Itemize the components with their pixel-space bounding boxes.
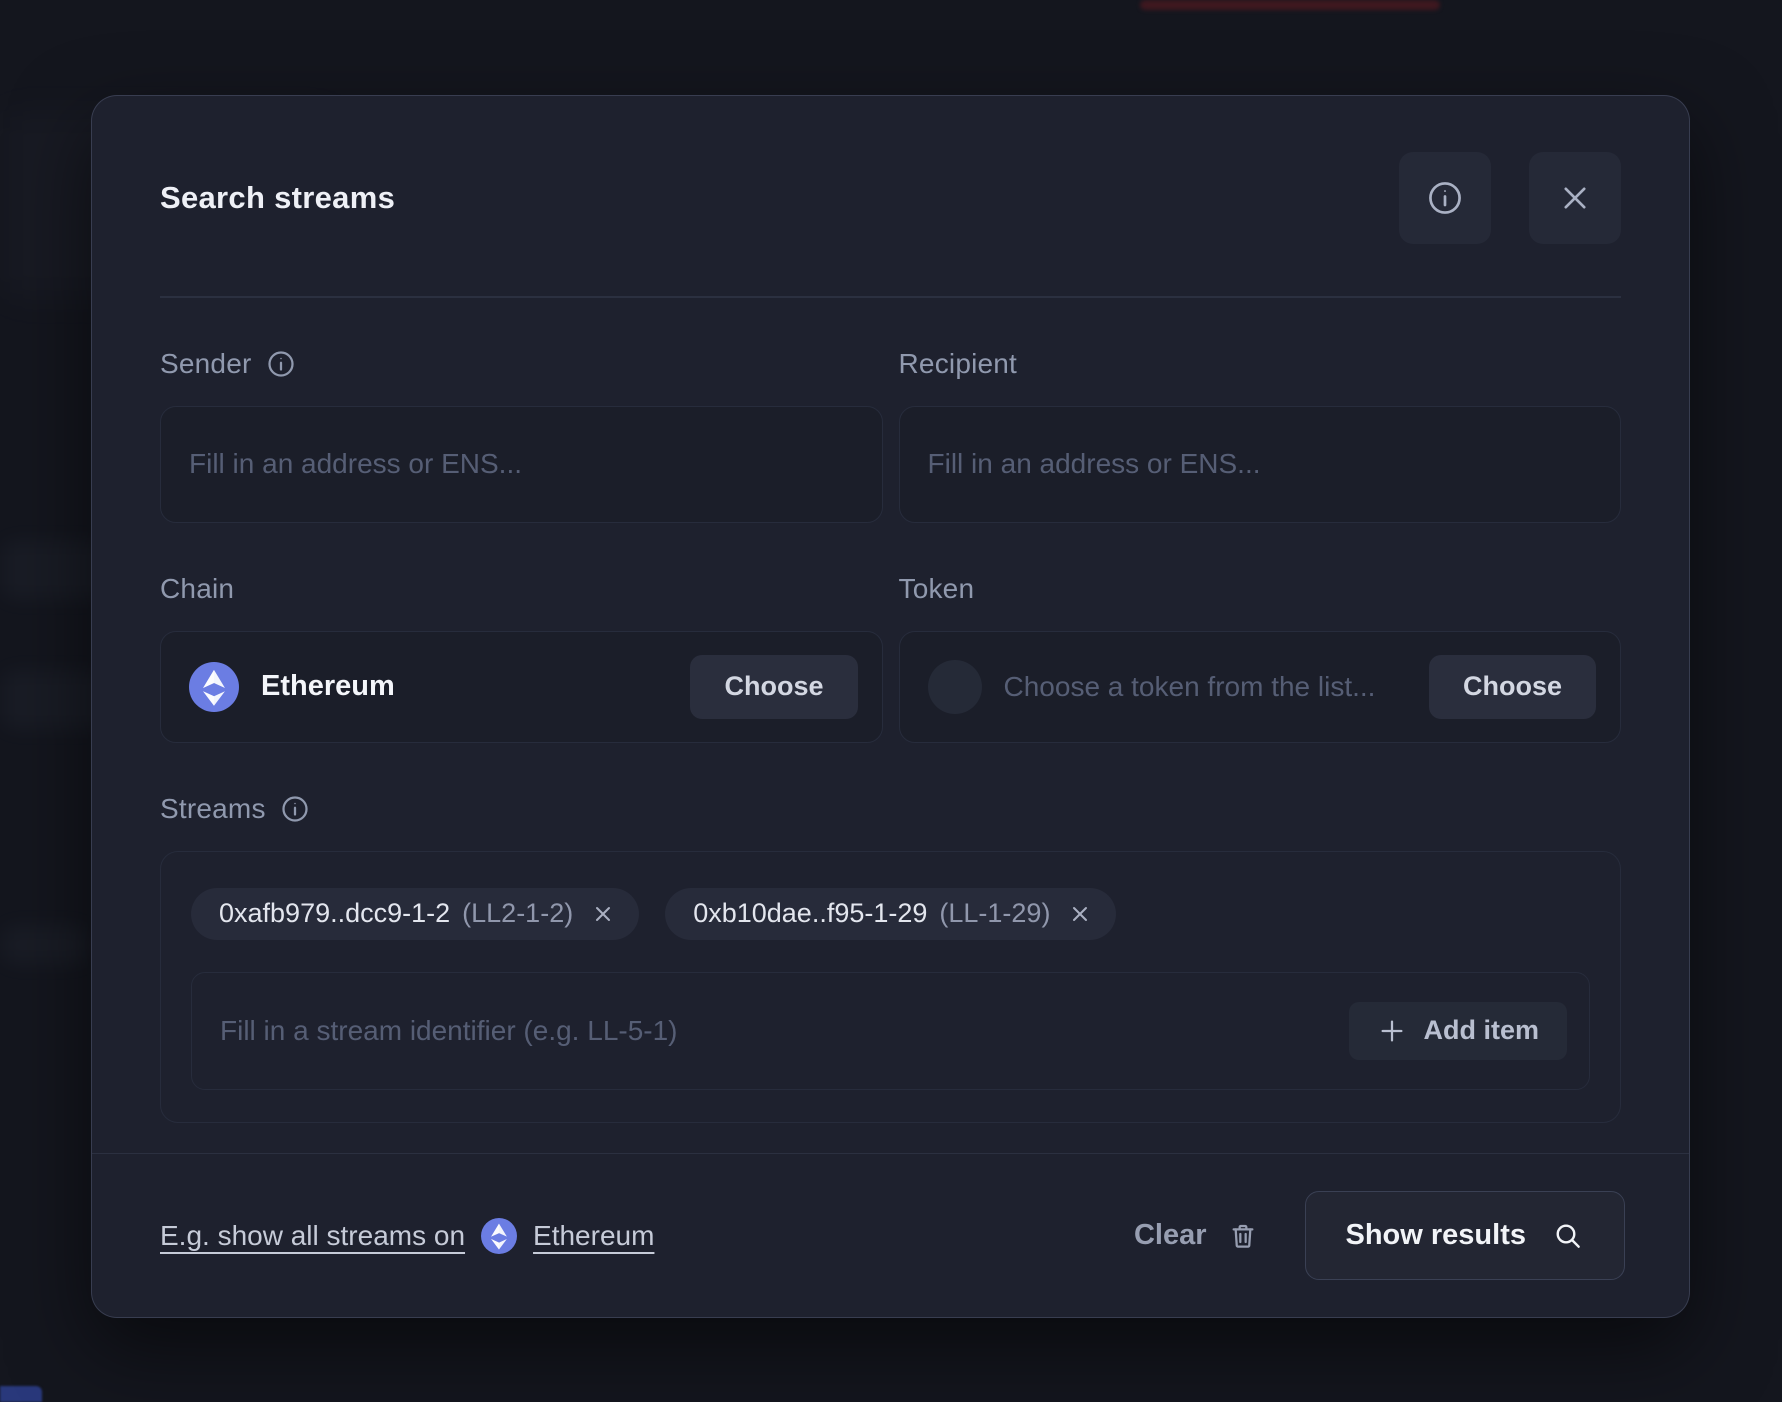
chain-label-row: Chain xyxy=(160,573,883,605)
chain-value: Ethereum xyxy=(189,662,690,712)
token-label-row: Token xyxy=(899,573,1622,605)
show-results-label: Show results xyxy=(1346,1219,1527,1252)
modal-body: Sender Recipient xyxy=(92,298,1689,1123)
stream-chip: 0xafb979..dcc9-1-2 (LL2-1-2) xyxy=(191,888,639,940)
add-item-button[interactable]: Add item xyxy=(1349,1002,1567,1060)
ethereum-logo-icon xyxy=(189,662,239,712)
modal-header: Search streams xyxy=(92,96,1689,244)
modal-title: Search streams xyxy=(160,180,395,216)
token-placeholder-circle-icon xyxy=(928,660,982,714)
token-value: Choose a token from the list... xyxy=(928,660,1429,714)
stream-chip-alias: (LL2-1-2) xyxy=(462,898,573,929)
stream-identifier-input[interactable] xyxy=(220,973,1349,1089)
token-label: Token xyxy=(899,573,975,605)
search-icon xyxy=(1552,1220,1584,1252)
streams-section: Streams 0xafb979..dcc9-1-2 (LL2-1-2) xyxy=(160,793,1621,1123)
backdrop-red-bar-artifact xyxy=(1140,0,1440,10)
token-field-group: Token Choose a token from the list... Ch… xyxy=(899,573,1622,743)
chain-field-group: Chain Ethereum xyxy=(160,573,883,743)
backdrop-blur-artifact xyxy=(0,925,90,965)
token-select: Choose a token from the list... Choose xyxy=(899,631,1622,743)
streams-label: Streams xyxy=(160,793,266,825)
search-streams-modal: Search streams xyxy=(91,95,1690,1318)
recipient-label: Recipient xyxy=(899,348,1018,380)
example-link-prefix: E.g. show all streams on xyxy=(160,1220,465,1252)
token-choose-button[interactable]: Choose xyxy=(1429,655,1596,719)
sender-label: Sender xyxy=(160,348,252,380)
info-button[interactable] xyxy=(1399,152,1491,244)
info-circle-icon[interactable] xyxy=(266,349,296,379)
stream-chip: 0xb10dae..f95-1-29 (LL-1-29) xyxy=(665,888,1116,940)
sender-field-group: Sender xyxy=(160,348,883,523)
page-background: { "modal": { "title": "Search streams", … xyxy=(0,0,1782,1402)
plus-icon xyxy=(1377,1016,1407,1046)
chain-choose-button[interactable]: Choose xyxy=(690,655,857,719)
ethereum-logo-icon xyxy=(481,1218,517,1254)
sender-label-row: Sender xyxy=(160,348,883,380)
clear-button[interactable]: Clear xyxy=(1134,1219,1259,1252)
modal-footer: E.g. show all streams on Ethereum Clear xyxy=(92,1153,1689,1317)
stream-input-row: Add item xyxy=(191,972,1590,1090)
close-icon xyxy=(1558,181,1592,215)
recipient-input[interactable] xyxy=(899,406,1622,523)
header-actions xyxy=(1399,152,1621,244)
info-circle-icon xyxy=(1426,179,1464,217)
chain-token-row: Chain Ethereum xyxy=(160,573,1621,743)
add-item-label: Add item xyxy=(1423,1015,1539,1046)
clear-label: Clear xyxy=(1134,1219,1207,1252)
chain-label: Chain xyxy=(160,573,234,605)
close-button[interactable] xyxy=(1529,152,1621,244)
streams-label-row: Streams xyxy=(160,793,1621,825)
example-link-chain: Ethereum xyxy=(533,1220,654,1252)
token-placeholder-text: Choose a token from the list... xyxy=(1004,671,1376,703)
example-streams-link[interactable]: E.g. show all streams on Ethereum xyxy=(160,1218,654,1254)
show-results-button[interactable]: Show results xyxy=(1305,1191,1626,1280)
streams-box: 0xafb979..dcc9-1-2 (LL2-1-2) 0xb10dae..f… xyxy=(160,851,1621,1123)
recipient-field-group: Recipient xyxy=(899,348,1622,523)
trash-icon xyxy=(1227,1220,1259,1252)
stream-chips-row: 0xafb979..dcc9-1-2 (LL2-1-2) 0xb10dae..f… xyxy=(191,888,1590,940)
footer-actions: Clear Show results xyxy=(1134,1191,1625,1280)
sender-input[interactable] xyxy=(160,406,883,523)
stream-chip-id: 0xafb979..dcc9-1-2 xyxy=(219,898,450,929)
backdrop-blue-corner-artifact xyxy=(0,1386,42,1402)
remove-chip-icon[interactable] xyxy=(1068,902,1092,926)
chain-select: Ethereum Choose xyxy=(160,631,883,743)
chain-selected-name: Ethereum xyxy=(261,670,395,703)
info-circle-icon[interactable] xyxy=(280,794,310,824)
remove-chip-icon[interactable] xyxy=(591,902,615,926)
stream-chip-id: 0xb10dae..f95-1-29 xyxy=(693,898,927,929)
sender-recipient-row: Sender Recipient xyxy=(160,348,1621,523)
recipient-label-row: Recipient xyxy=(899,348,1622,380)
stream-chip-alias: (LL-1-29) xyxy=(939,898,1050,929)
